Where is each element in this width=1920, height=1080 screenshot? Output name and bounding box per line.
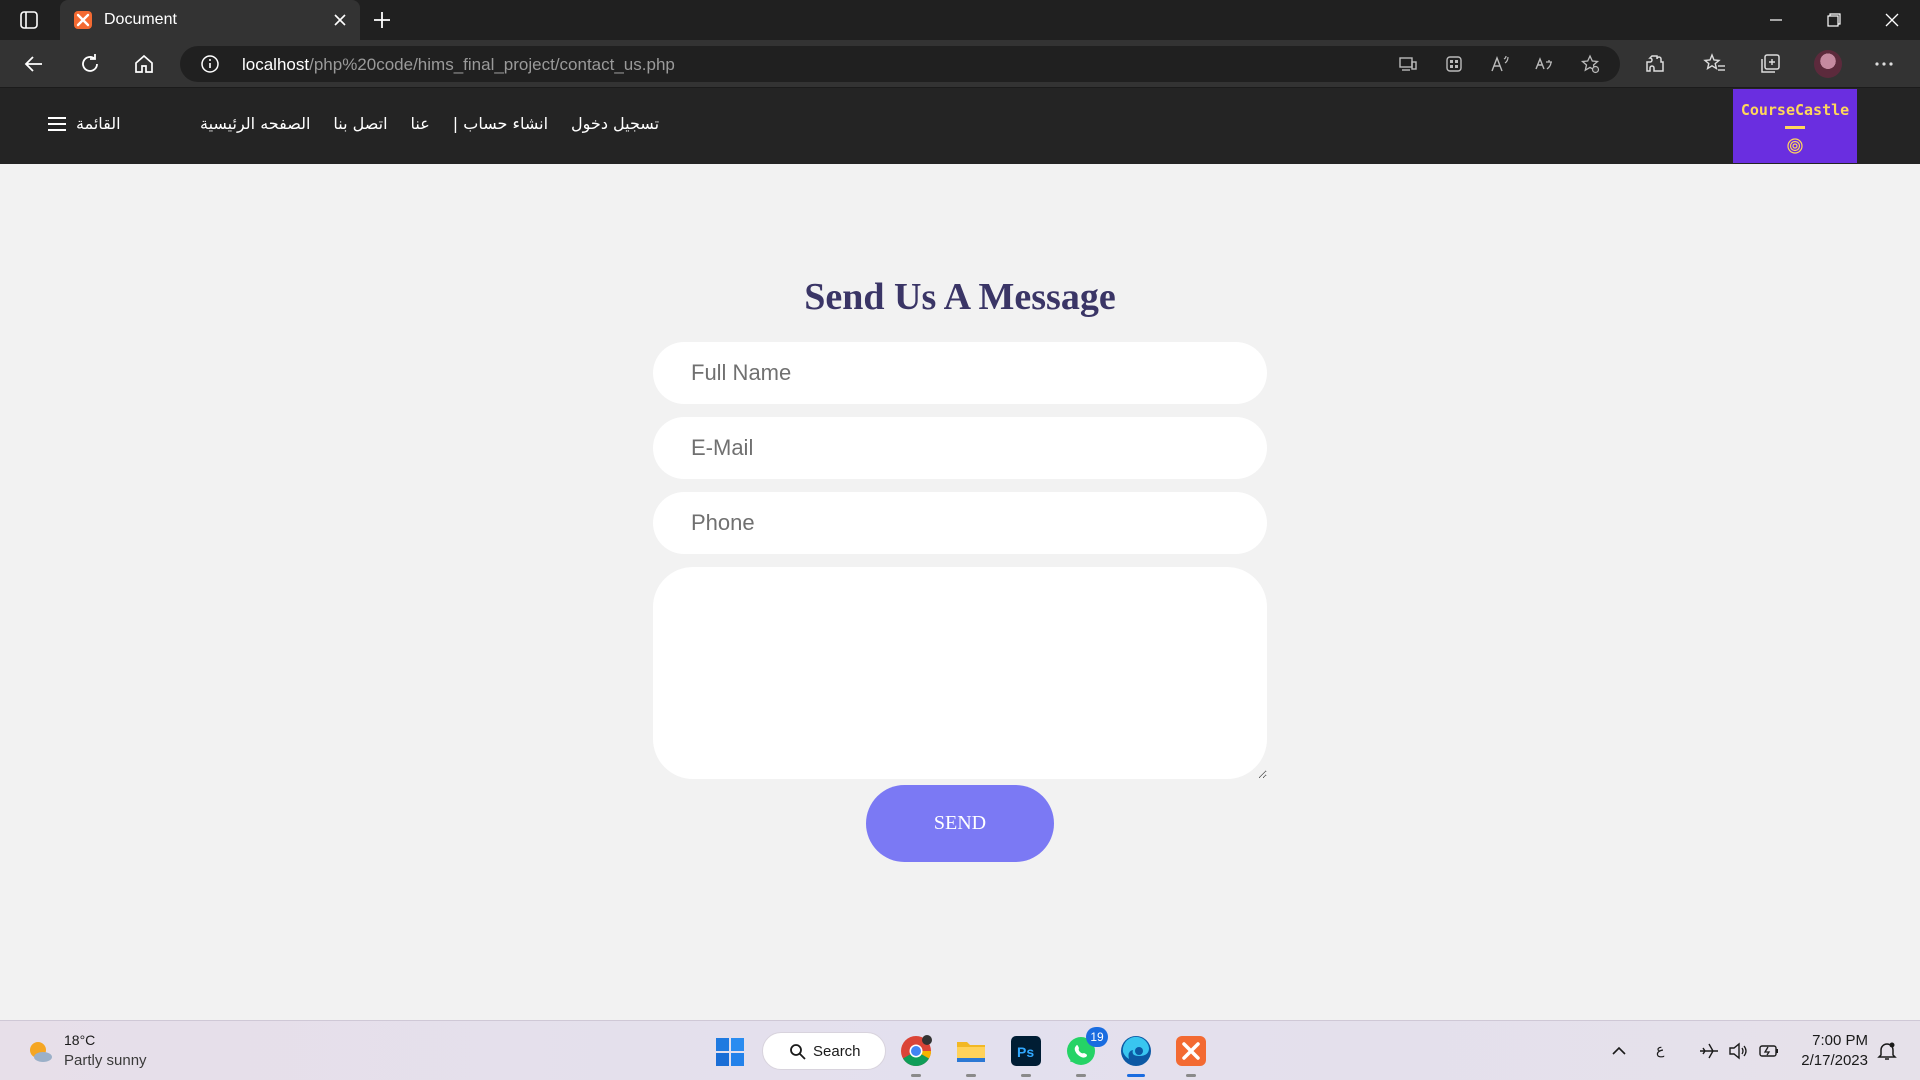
nav-link-home[interactable]: الصفحه الرئيسية	[200, 114, 310, 138]
nav-link-login[interactable]: تسجيل دخول	[571, 114, 659, 138]
add-favorite-icon[interactable]	[1580, 54, 1600, 74]
file-explorer-running-indicator	[966, 1074, 976, 1077]
close-window-icon[interactable]	[1864, 0, 1920, 40]
message-textarea[interactable]	[653, 567, 1267, 779]
whatsapp-icon[interactable]: 19	[1064, 1027, 1108, 1077]
weather-description: Partly sunny	[64, 1052, 147, 1069]
brand-underline	[1785, 126, 1805, 129]
favorites-icon[interactable]	[1703, 52, 1727, 76]
weather-partly-sunny-icon[interactable]	[26, 1037, 54, 1065]
extensions-icon[interactable]	[1643, 52, 1667, 76]
xampp-running-indicator	[1186, 1074, 1196, 1077]
phone-input[interactable]	[653, 492, 1267, 554]
browser-address-bar: localhost/php%20code/hims_final_project/…	[0, 40, 1920, 88]
url-path: /php%20code/hims_final_project/contact_u…	[309, 55, 675, 74]
search-label: Search	[813, 1043, 861, 1060]
whatsapp-notification-badge: 19	[1086, 1027, 1108, 1047]
xampp-favicon-icon	[74, 11, 92, 29]
chrome-icon[interactable]	[899, 1034, 933, 1077]
fingerprint-icon	[1786, 137, 1804, 155]
info-icon[interactable]	[200, 54, 220, 74]
restore-icon[interactable]	[1806, 0, 1862, 40]
nav-link-about[interactable]: عنا	[411, 114, 430, 138]
device-icon[interactable]	[1398, 54, 1418, 74]
file-explorer-icon[interactable]	[954, 1034, 988, 1077]
edge-icon[interactable]	[1119, 1034, 1153, 1077]
new-tab-icon[interactable]	[370, 8, 394, 32]
menu-toggle-button[interactable]: القائمة	[48, 114, 121, 133]
url-bar[interactable]: localhost/php%20code/hims_final_project/…	[180, 46, 1620, 82]
site-navbar: القائمة الصفحه الرئيسية اتصل بنا عنا | ا…	[0, 88, 1920, 164]
airplane-mode-icon[interactable]	[1698, 1040, 1720, 1062]
full-name-input[interactable]	[653, 342, 1267, 404]
notification-bell-icon[interactable]	[1876, 1040, 1898, 1062]
apps-icon[interactable]	[1444, 54, 1464, 74]
email-input[interactable]	[653, 417, 1267, 479]
nav-links: الصفحه الرئيسية اتصل بنا عنا | انشاء حسا…	[200, 114, 659, 138]
weather-temperature: 18°C	[64, 1032, 96, 1048]
tab-actions-icon[interactable]	[18, 9, 40, 31]
brand-logo[interactable]: CourseCastle	[1733, 89, 1857, 163]
nav-link-contact[interactable]: اتصل بنا	[333, 114, 387, 138]
url-text[interactable]: localhost/php%20code/hims_final_project/…	[242, 55, 675, 75]
edge-active-indicator	[1127, 1074, 1145, 1077]
more-options-icon[interactable]	[1872, 52, 1896, 76]
xampp-icon[interactable]	[1174, 1034, 1208, 1077]
profile-avatar[interactable]	[1814, 50, 1842, 78]
clock-date[interactable]: 2/17/2023	[1796, 1052, 1868, 1069]
minimize-icon[interactable]	[1748, 0, 1804, 40]
menu-label: القائمة	[76, 114, 121, 133]
photoshop-icon[interactable]: Ps	[1009, 1034, 1043, 1077]
close-tab-icon[interactable]	[330, 10, 350, 30]
tab-title: Document	[104, 11, 177, 28]
battery-icon[interactable]	[1758, 1040, 1780, 1062]
url-host: localhost	[242, 55, 310, 74]
home-icon[interactable]	[132, 52, 156, 76]
send-button[interactable]: SEND	[866, 785, 1054, 862]
browser-tab-bar: Document	[0, 0, 1920, 40]
search-icon	[790, 1044, 806, 1060]
read-aloud-icon[interactable]	[1490, 54, 1510, 74]
chevron-up-icon[interactable]	[1608, 1040, 1630, 1062]
collections-icon[interactable]	[1758, 52, 1782, 76]
svg-text:Ps: Ps	[1017, 1044, 1034, 1060]
browser-tab-document[interactable]: Document	[60, 0, 360, 40]
back-icon[interactable]	[22, 52, 46, 76]
form-title: Send Us A Message	[804, 276, 1116, 318]
chrome-running-indicator	[911, 1074, 921, 1077]
volume-icon[interactable]	[1727, 1040, 1749, 1062]
input-language-indicator[interactable]: ع	[1656, 1041, 1664, 1058]
windows-start-icon[interactable]	[715, 1037, 745, 1067]
taskbar-search[interactable]: Search	[762, 1032, 886, 1070]
windows-taskbar: 18°C Partly sunny Search Ps 19 ع 7:00 PM…	[0, 1020, 1920, 1080]
whatsapp-running-indicator	[1076, 1074, 1086, 1077]
nav-link-register[interactable]: | انشاء حساب	[453, 114, 548, 138]
brand-name: CourseCastle	[1740, 101, 1850, 119]
hamburger-icon	[48, 116, 66, 131]
photoshop-running-indicator	[1021, 1074, 1031, 1077]
translate-icon[interactable]	[1534, 54, 1554, 74]
clock-time[interactable]: 7:00 PM	[1796, 1032, 1868, 1049]
refresh-icon[interactable]	[78, 52, 102, 76]
